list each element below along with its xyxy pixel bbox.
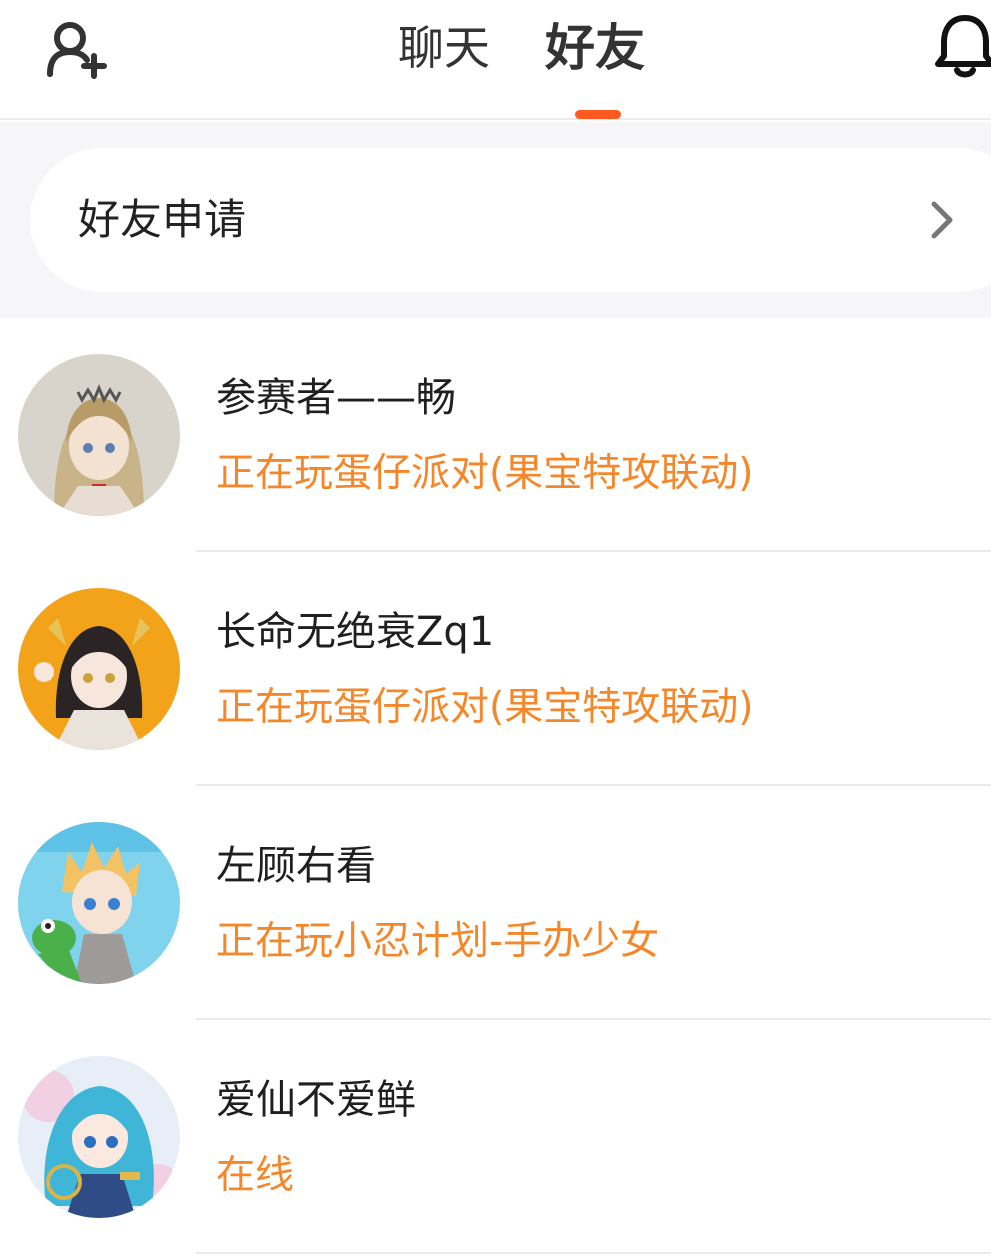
friends-page: 聊天 好友 好友申请 参赛者——畅 正在玩蛋仔派对(果宝特攻联动) 长命无绝衰Z… [0,0,991,1258]
friend-name: 爱仙不爱鲜 [216,1077,416,1123]
anime-girl-black-hair-orange-bg-avatar [18,588,180,750]
anime-girl-blonde-maid-avatar [18,354,180,516]
tab-friends[interactable]: 好友 [545,18,645,78]
friend-name: 长命无绝衰Zq1 [216,609,495,655]
friend-row[interactable]: 参赛者——畅 正在玩蛋仔派对(果宝特攻联动) [0,318,991,552]
friend-list: 参赛者——畅 正在玩蛋仔派对(果宝特攻联动) 长命无绝衰Zq1 正在玩蛋仔派对(… [0,318,991,1258]
friend-row[interactable]: 左顾右看 正在玩小忍计划-手办少女 [0,786,991,1020]
friend-status: 在线 [216,1153,295,1198]
friend-status: 正在玩蛋仔派对(果宝特攻联动) [216,451,754,496]
active-tab-indicator [575,110,621,119]
tab-chat[interactable]: 聊天 [398,18,490,78]
friend-request-label: 好友申请 [78,195,247,244]
friend-name: 参赛者——畅 [216,375,456,421]
row-divider [196,1252,991,1254]
anime-boy-blonde-frog-avatar [18,822,180,984]
friend-row[interactable]: 爱仙不爱鲜 在线 [0,1020,991,1254]
friend-request-section: 好友申请 [0,122,991,318]
friend-request-button[interactable]: 好友申请 [30,148,991,292]
bell-icon[interactable] [934,12,991,80]
chevron-right-icon [928,200,958,240]
friend-status: 正在玩小忍计划-手办少女 [216,919,660,964]
friend-name: 左顾右看 [216,843,376,889]
friend-status: 正在玩蛋仔派对(果宝特攻联动) [216,685,754,730]
friend-row[interactable]: 长命无绝衰Zq1 正在玩蛋仔派对(果宝特攻联动) [0,552,991,786]
add-user-icon[interactable] [44,18,114,80]
top-bar: 聊天 好友 [0,0,991,120]
anime-girl-cyan-hair-avatar [18,1056,180,1218]
